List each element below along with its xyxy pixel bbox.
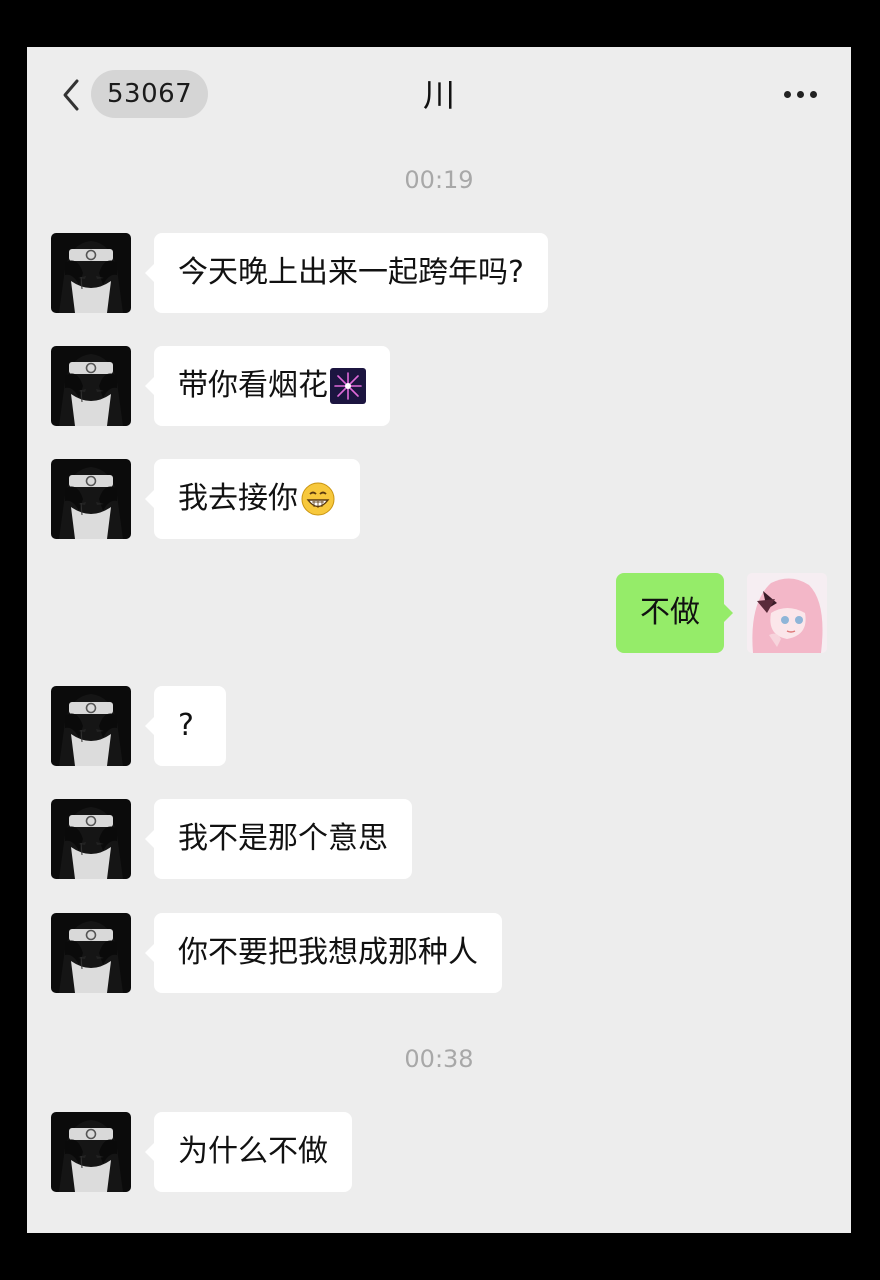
grin-emoji-icon <box>301 482 335 516</box>
more-options-button[interactable] <box>775 77 825 111</box>
message-text: 为什么不做 <box>178 1134 328 1169</box>
message-bubble[interactable]: 带你看烟花 <box>145 346 390 426</box>
more-dots-icon <box>783 90 817 98</box>
message-timestamp: 00:38 <box>404 1045 474 1073</box>
message-row-incoming: 我去接你 <box>27 459 851 539</box>
message-text: 我不是那个意思 <box>178 821 388 856</box>
message-text: 带你看烟花 <box>178 368 328 403</box>
message-bubble[interactable]: 你不要把我想成那种人 <box>145 913 502 993</box>
message-text: 今天晚上出来一起跨年吗? <box>178 255 524 290</box>
message-row-incoming: 为什么不做 <box>27 1112 851 1192</box>
fireworks-emoji-icon <box>330 368 366 404</box>
message-row-incoming: 带你看烟花 <box>27 346 851 426</box>
contact-avatar[interactable] <box>51 913 131 993</box>
contact-avatar[interactable] <box>51 233 131 313</box>
message-bubble[interactable]: ? <box>145 686 226 766</box>
message-bubble[interactable]: 为什么不做 <box>145 1112 352 1192</box>
message-text: 你不要把我想成那种人 <box>178 935 478 970</box>
contact-avatar[interactable] <box>51 686 131 766</box>
message-bubble[interactable]: 今天晚上出来一起跨年吗? <box>145 233 548 313</box>
message-bubble[interactable]: 不做 <box>616 573 733 653</box>
chat-title: 川 <box>422 76 455 114</box>
contact-avatar[interactable] <box>51 459 131 539</box>
chat-screen: 53067 川 00:19 今天晚上出来一起跨年吗? 带你看烟花 我去接你 不做… <box>27 47 851 1233</box>
message-timestamp: 00:19 <box>404 166 474 194</box>
contact-avatar[interactable] <box>51 799 131 879</box>
message-row-incoming: 我不是那个意思 <box>27 799 851 879</box>
message-text: 不做 <box>640 595 700 630</box>
my-avatar[interactable] <box>747 573 827 653</box>
message-row-incoming: 今天晚上出来一起跨年吗? <box>27 233 851 313</box>
contact-avatar[interactable] <box>51 346 131 426</box>
contact-avatar[interactable] <box>51 1112 131 1192</box>
message-text: 我去接你 <box>178 481 298 516</box>
message-bubble[interactable]: 我不是那个意思 <box>145 799 412 879</box>
chat-header: 53067 川 <box>27 47 851 147</box>
message-text: ? <box>178 708 194 743</box>
message-bubble[interactable]: 我去接你 <box>145 459 360 539</box>
message-row-incoming: 你不要把我想成那种人 <box>27 913 851 993</box>
message-row-incoming: ? <box>27 686 851 766</box>
message-row-outgoing: 不做 <box>27 573 851 653</box>
